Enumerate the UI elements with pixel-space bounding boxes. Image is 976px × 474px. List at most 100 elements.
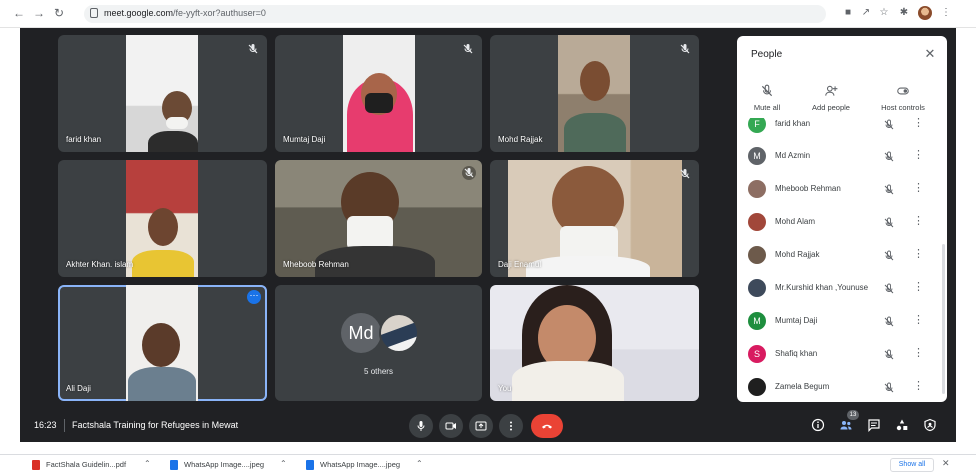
participant-name: farid khan — [66, 135, 102, 144]
download-item[interactable]: FactShala Guidelin...pdf ⌃ — [32, 459, 160, 471]
close-icon[interactable]: ✕ — [923, 47, 937, 61]
camera-button[interactable] — [439, 414, 463, 438]
self-view-tile[interactable]: You — [490, 285, 699, 401]
host-controls-button[interactable]: Host controls — [873, 84, 933, 112]
camera-icon[interactable]: ■ — [842, 7, 854, 19]
video-feed — [126, 285, 198, 401]
address-bar[interactable]: meet.google.com/fe-yyft-xor?authuser=0 — [84, 5, 826, 23]
participant-name: Ali Daji — [66, 384, 91, 393]
more-options-icon[interactable]: ⋮ — [913, 148, 924, 162]
list-item[interactable]: F farid khan ⋮ — [737, 118, 943, 138]
download-item[interactable]: WhatsApp Image....jpeg ⌃ — [306, 459, 430, 471]
mic-off-icon — [883, 348, 895, 360]
more-options-icon[interactable]: ⋮ — [913, 118, 924, 130]
participant-tile[interactable]: Akhter Khan. islam — [58, 160, 267, 277]
meeting-title: Factshala Training for Refugees in Mewat — [72, 420, 239, 430]
image-file-icon — [306, 460, 314, 470]
list-item[interactable]: Mohd Rajjak ⋮ — [737, 241, 943, 269]
more-options-icon[interactable]: ⋮ — [913, 247, 924, 261]
more-options-icon[interactable]: ⋮ — [913, 379, 924, 393]
participant-avatar — [748, 378, 766, 396]
list-item[interactable]: Zamela Begum ⋮ — [737, 373, 943, 401]
reload-icon[interactable]: ↻ — [52, 6, 66, 20]
participant-avatar — [748, 213, 766, 231]
participant-avatar — [748, 246, 766, 264]
menu-kebab-icon[interactable]: ⋮ — [940, 7, 952, 19]
participant-name: Mohd Rajjak — [498, 135, 543, 144]
participant-avatar — [748, 180, 766, 198]
more-options-icon[interactable]: ⋮ — [913, 181, 924, 195]
microphone-button[interactable] — [409, 414, 433, 438]
others-tile[interactable]: Md 5 others — [275, 285, 482, 401]
info-icon[interactable] — [811, 418, 825, 432]
video-feed — [490, 285, 699, 401]
mic-off-icon — [760, 84, 774, 98]
mic-off-icon — [462, 166, 476, 180]
show-all-button[interactable]: Show all — [890, 458, 934, 472]
mute-all-button[interactable]: Mute all — [737, 84, 797, 112]
chevron-up-icon[interactable]: ⌃ — [144, 459, 151, 468]
participant-count-badge: 13 — [847, 410, 859, 420]
more-options-icon[interactable]: ⋮ — [913, 313, 924, 327]
back-icon[interactable]: ← — [12, 6, 26, 20]
people-icon[interactable] — [839, 418, 853, 432]
video-feed — [126, 160, 198, 277]
mic-off-icon — [883, 249, 895, 261]
list-item[interactable]: Mohd Alam ⋮ — [737, 208, 943, 236]
chevron-up-icon[interactable]: ⌃ — [280, 459, 287, 468]
screen: ← → ↻ meet.google.com/fe-yyft-xor?authus… — [0, 0, 976, 474]
participant-avatar — [748, 279, 766, 297]
star-icon[interactable]: ☆ — [878, 7, 890, 19]
mic-off-icon — [462, 42, 474, 54]
add-people-button[interactable]: Add people — [801, 84, 861, 112]
participant-tile-selected[interactable]: Ali Daji ⋯ — [58, 285, 267, 401]
chevron-up-icon[interactable]: ⌃ — [416, 459, 423, 468]
list-item[interactable]: M Md Azmin ⋮ — [737, 142, 943, 170]
mic-off-icon — [883, 183, 895, 195]
close-icon[interactable]: ✕ — [942, 458, 950, 469]
participant-tile[interactable]: Mumtaj Daji — [275, 35, 482, 152]
participant-name: You — [498, 384, 512, 393]
chat-icon[interactable] — [867, 418, 881, 432]
participant-avatar-photo — [379, 313, 419, 353]
pdf-file-icon — [32, 460, 40, 470]
more-vert-icon — [510, 421, 512, 431]
meeting-control-bar: 16:23 Factshala Training for Refugees in… — [20, 410, 956, 442]
participant-tile[interactable]: Mheboob Rehman — [275, 160, 482, 277]
download-item[interactable]: WhatsApp Image....jpeg ⌃ — [170, 459, 294, 471]
participant-tile[interactable]: farid khan — [58, 35, 267, 152]
more-options-icon[interactable]: ⋯ — [247, 290, 261, 304]
more-options-icon[interactable]: ⋮ — [913, 280, 924, 294]
video-feed — [126, 35, 198, 152]
participant-tile[interactable]: Daji Enamul — [490, 160, 699, 277]
more-options-icon[interactable]: ⋮ — [913, 346, 924, 360]
image-file-icon — [170, 460, 178, 470]
list-item[interactable]: Mr.Kurshid khan ,Younuse ⋮ — [737, 274, 943, 302]
mic-off-icon — [883, 381, 895, 393]
end-call-button[interactable] — [531, 414, 563, 438]
participant-tile[interactable]: Mohd Rajjak — [490, 35, 699, 152]
mic-off-icon — [679, 167, 691, 179]
add-person-icon — [824, 84, 838, 98]
list-item[interactable]: Mheboob Rehman ⋮ — [737, 175, 943, 203]
translate-icon[interactable]: ↗ — [860, 7, 872, 19]
host-controls-icon[interactable] — [923, 418, 937, 432]
list-item[interactable]: S Shafiq khan ⋮ — [737, 340, 943, 368]
participant-avatar: S — [748, 345, 766, 363]
participant-name: Daji Enamul — [498, 260, 542, 269]
activities-icon[interactable] — [895, 418, 909, 432]
participant-list: F farid khan ⋮ M Md Azmin ⋮ Mheboob Rehm… — [737, 118, 943, 402]
present-button[interactable] — [469, 414, 493, 438]
profile-avatar[interactable] — [918, 6, 932, 20]
more-options-button[interactable] — [499, 414, 523, 438]
more-options-icon[interactable]: ⋮ — [913, 214, 924, 228]
extensions-icon[interactable]: ✱ — [898, 7, 910, 19]
video-feed — [343, 35, 415, 152]
list-item[interactable]: M Mumtaj Daji ⋮ — [737, 307, 943, 335]
forward-icon[interactable]: → — [32, 6, 46, 20]
mic-off-icon — [883, 150, 895, 162]
browser-toolbar: ← → ↻ meet.google.com/fe-yyft-xor?authus… — [0, 0, 976, 28]
scrollbar[interactable] — [942, 244, 945, 394]
others-count-label: 5 others — [364, 367, 393, 376]
downloads-shelf: FactShala Guidelin...pdf ⌃ WhatsApp Imag… — [0, 454, 976, 474]
